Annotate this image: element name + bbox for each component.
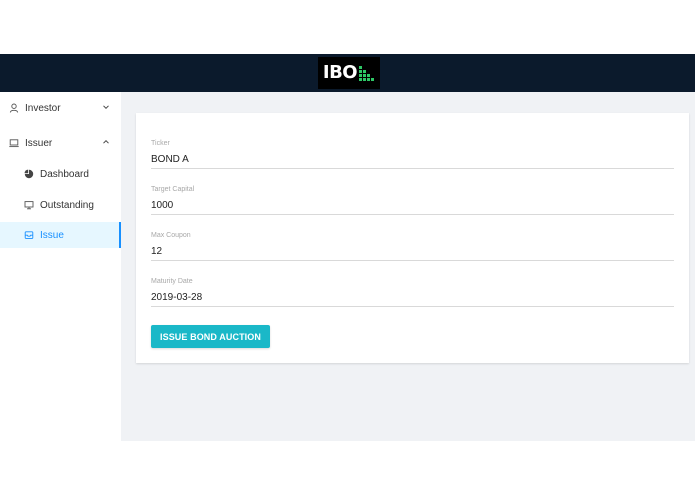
inbox-icon <box>24 230 34 240</box>
logo-text: IBO <box>322 62 358 83</box>
target-capital-label: Target Capital <box>151 186 195 193</box>
chevron-up-icon[interactable] <box>102 138 110 146</box>
sidebar-item-investor[interactable]: Investor <box>0 95 121 121</box>
max-coupon-underline <box>151 260 674 261</box>
user-icon <box>9 103 19 113</box>
maturity-date-underline <box>151 306 674 307</box>
laptop-icon <box>9 138 19 148</box>
pie-chart-icon <box>24 169 34 179</box>
ticker-underline <box>151 168 674 169</box>
top-header-bar: IBO <box>0 54 695 92</box>
maturity-date-label: Maturity Date <box>151 278 193 285</box>
issue-bond-form-card: Ticker Target Capital Max Coupon Maturit… <box>136 113 689 363</box>
ticker-input[interactable] <box>151 152 674 166</box>
desktop-icon <box>24 200 34 210</box>
target-capital-input[interactable] <box>151 198 674 212</box>
sidebar-item-label: Investor <box>25 102 61 114</box>
sidebar-item-label: Issuer <box>25 137 53 149</box>
target-capital-underline <box>151 214 674 215</box>
max-coupon-label: Max Coupon <box>151 232 191 239</box>
sidebar-item-outstanding[interactable]: Outstanding <box>0 192 121 218</box>
issue-bond-auction-button[interactable]: ISSUE BOND AUCTION <box>151 325 270 348</box>
chevron-down-icon[interactable] <box>102 103 110 111</box>
sidebar-item-dashboard[interactable]: Dashboard <box>0 161 121 187</box>
main-content: Ticker Target Capital Max Coupon Maturit… <box>121 92 695 441</box>
sidebar-item-issue[interactable]: Issue <box>0 222 121 248</box>
maturity-date-input[interactable] <box>151 290 674 304</box>
sidebar-item-issuer[interactable]: Issuer <box>0 130 121 156</box>
bar-steps-logo-mark-icon <box>359 65 375 81</box>
sidebar-item-label: Outstanding <box>40 199 94 211</box>
ticker-label: Ticker <box>151 140 170 147</box>
sidebar-item-label: Issue <box>40 229 64 241</box>
app-window: IBO Investor Issuer Dashboard Outstandin… <box>0 54 695 441</box>
sidebar-item-label: Dashboard <box>40 168 89 180</box>
ibo-logo[interactable]: IBO <box>318 57 380 89</box>
max-coupon-input[interactable] <box>151 244 674 258</box>
sidebar-menu: Investor Issuer Dashboard Outstanding Is… <box>0 92 121 441</box>
